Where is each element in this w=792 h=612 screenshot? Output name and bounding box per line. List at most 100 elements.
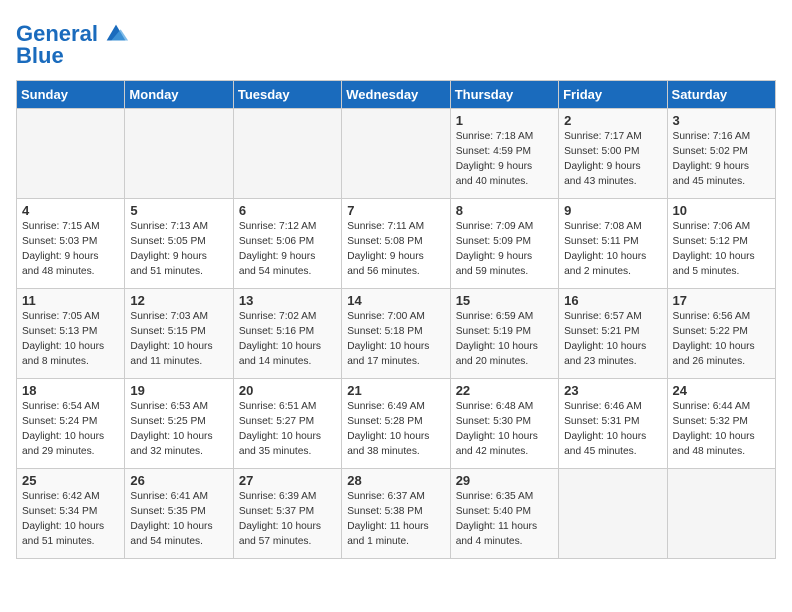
day-number: 24 [673, 383, 770, 398]
day-number: 1 [456, 113, 553, 128]
day-info: Sunrise: 6:49 AM Sunset: 5:28 PM Dayligh… [347, 400, 444, 459]
day-info: Sunrise: 6:53 AM Sunset: 5:25 PM Dayligh… [130, 400, 227, 459]
day-number: 25 [22, 473, 119, 488]
day-number: 28 [347, 473, 444, 488]
day-number: 9 [564, 203, 661, 218]
calendar-week-row: 11 Sunrise: 7:05 AM Sunset: 5:13 PM Dayli… [17, 289, 776, 379]
day-number: 5 [130, 203, 227, 218]
calendar-cell: 23Sunrise: 6:46 AM Sunset: 5:31 PM Dayli… [559, 379, 667, 469]
column-header-thursday: Thursday [450, 81, 558, 109]
day-number: 27 [239, 473, 336, 488]
calendar-cell: 24 Sunrise: 6:44 AM Sunset: 5:32 PM Dayli… [667, 379, 775, 469]
calendar-cell: 22Sunrise: 6:48 AM Sunset: 5:30 PM Dayli… [450, 379, 558, 469]
calendar-cell: 10 Sunrise: 7:06 AM Sunset: 5:12 PM Dayli… [667, 199, 775, 289]
day-number: 4 [22, 203, 119, 218]
calendar-cell: 25 Sunrise: 6:42 AM Sunset: 5:34 PM Dayli… [17, 469, 125, 559]
calendar-cell: 6 Sunrise: 7:12 AM Sunset: 5:06 PM Daylig… [233, 199, 341, 289]
day-info: Sunrise: 6:57 AM Sunset: 5:21 PM Dayligh… [564, 310, 661, 369]
calendar-cell: 11 Sunrise: 7:05 AM Sunset: 5:13 PM Dayli… [17, 289, 125, 379]
day-number: 10 [673, 203, 770, 218]
calendar-cell: 2 Sunrise: 7:17 AM Sunset: 5:00 PM Daylig… [559, 109, 667, 199]
calendar-cell: 18Sunrise: 6:54 AM Sunset: 5:24 PM Dayli… [17, 379, 125, 469]
day-info: Sunrise: 7:11 AM Sunset: 5:08 PM Dayligh… [347, 220, 444, 279]
calendar-cell: 3Sunrise: 7:16 AM Sunset: 5:02 PM Daylig… [667, 109, 775, 199]
column-header-tuesday: Tuesday [233, 81, 341, 109]
day-info: Sunrise: 7:06 AM Sunset: 5:12 PM Dayligh… [673, 220, 770, 279]
calendar-cell: 19Sunrise: 6:53 AM Sunset: 5:25 PM Dayli… [125, 379, 233, 469]
day-number: 12 [130, 293, 227, 308]
day-info: Sunrise: 7:13 AM Sunset: 5:05 PM Dayligh… [130, 220, 227, 279]
day-info: Sunrise: 6:35 AM Sunset: 5:40 PM Dayligh… [456, 490, 553, 549]
day-info: Sunrise: 6:41 AM Sunset: 5:35 PM Dayligh… [130, 490, 227, 549]
day-number: 29 [456, 473, 553, 488]
day-info: Sunrise: 7:15 AM Sunset: 5:03 PM Dayligh… [22, 220, 119, 279]
day-info: Sunrise: 6:37 AM Sunset: 5:38 PM Dayligh… [347, 490, 444, 549]
calendar-cell: 9 Sunrise: 7:08 AM Sunset: 5:11 PM Daylig… [559, 199, 667, 289]
column-header-sunday: Sunday [17, 81, 125, 109]
day-info: Sunrise: 7:09 AM Sunset: 5:09 PM Dayligh… [456, 220, 553, 279]
day-number: 16 [564, 293, 661, 308]
calendar-cell: 29 Sunrise: 6:35 AM Sunset: 5:40 PM Dayli… [450, 469, 558, 559]
calendar-cell: 13 Sunrise: 7:02 AM Sunset: 5:16 PM Dayli… [233, 289, 341, 379]
day-info: Sunrise: 6:59 AM Sunset: 5:19 PM Dayligh… [456, 310, 553, 369]
day-number: 21 [347, 383, 444, 398]
day-info: Sunrise: 7:18 AM Sunset: 4:59 PM Dayligh… [456, 130, 553, 189]
page-header: General Blue [16, 16, 776, 68]
day-number: 2 [564, 113, 661, 128]
calendar-cell: 27 Sunrise: 6:39 AM Sunset: 5:37 PM Dayli… [233, 469, 341, 559]
day-number: 17 [673, 293, 770, 308]
calendar-cell: 7 Sunrise: 7:11 AM Sunset: 5:08 PM Daylig… [342, 199, 450, 289]
day-number: 13 [239, 293, 336, 308]
day-number: 20 [239, 383, 336, 398]
day-number: 15 [456, 293, 553, 308]
day-info: Sunrise: 7:12 AM Sunset: 5:06 PM Dayligh… [239, 220, 336, 279]
calendar-cell: 14 Sunrise: 7:00 AM Sunset: 5:18 PM Dayli… [342, 289, 450, 379]
day-info: Sunrise: 7:17 AM Sunset: 5:00 PM Dayligh… [564, 130, 661, 189]
calendar-week-row: 25 Sunrise: 6:42 AM Sunset: 5:34 PM Dayli… [17, 469, 776, 559]
calendar-cell: 4 Sunrise: 7:15 AM Sunset: 5:03 PM Daylig… [17, 199, 125, 289]
calendar-cell: 1 Sunrise: 7:18 AM Sunset: 4:59 PM Daylig… [450, 109, 558, 199]
calendar-cell [342, 109, 450, 199]
calendar-cell: 26 Sunrise: 6:41 AM Sunset: 5:35 PM Dayli… [125, 469, 233, 559]
calendar-cell [559, 469, 667, 559]
day-info: Sunrise: 7:02 AM Sunset: 5:16 PM Dayligh… [239, 310, 336, 369]
logo-icon [102, 20, 130, 48]
calendar-week-row: 4 Sunrise: 7:15 AM Sunset: 5:03 PM Daylig… [17, 199, 776, 289]
calendar-table: SundayMondayTuesdayWednesdayThursdayFrid… [16, 80, 776, 559]
day-number: 14 [347, 293, 444, 308]
column-header-monday: Monday [125, 81, 233, 109]
day-info: Sunrise: 7:08 AM Sunset: 5:11 PM Dayligh… [564, 220, 661, 279]
column-header-saturday: Saturday [667, 81, 775, 109]
day-number: 3 [673, 113, 770, 128]
calendar-week-row: 1 Sunrise: 7:18 AM Sunset: 4:59 PM Daylig… [17, 109, 776, 199]
calendar-cell: 5 Sunrise: 7:13 AM Sunset: 5:05 PM Daylig… [125, 199, 233, 289]
day-info: Sunrise: 6:54 AM Sunset: 5:24 PM Dayligh… [22, 400, 119, 459]
day-number: 8 [456, 203, 553, 218]
calendar-cell [125, 109, 233, 199]
column-header-wednesday: Wednesday [342, 81, 450, 109]
logo: General Blue [16, 20, 130, 68]
day-number: 6 [239, 203, 336, 218]
day-info: Sunrise: 6:44 AM Sunset: 5:32 PM Dayligh… [673, 400, 770, 459]
day-info: Sunrise: 6:48 AM Sunset: 5:30 PM Dayligh… [456, 400, 553, 459]
calendar-cell [17, 109, 125, 199]
calendar-cell: 28 Sunrise: 6:37 AM Sunset: 5:38 PM Dayli… [342, 469, 450, 559]
calendar-cell: 15 Sunrise: 6:59 AM Sunset: 5:19 PM Dayli… [450, 289, 558, 379]
calendar-cell: 8 Sunrise: 7:09 AM Sunset: 5:09 PM Daylig… [450, 199, 558, 289]
calendar-cell: 21 Sunrise: 6:49 AM Sunset: 5:28 PM Dayli… [342, 379, 450, 469]
calendar-cell [233, 109, 341, 199]
day-info: Sunrise: 6:39 AM Sunset: 5:37 PM Dayligh… [239, 490, 336, 549]
day-info: Sunrise: 7:00 AM Sunset: 5:18 PM Dayligh… [347, 310, 444, 369]
calendar-cell: 12 Sunrise: 7:03 AM Sunset: 5:15 PM Dayli… [125, 289, 233, 379]
column-header-friday: Friday [559, 81, 667, 109]
day-info: Sunrise: 7:05 AM Sunset: 5:13 PM Dayligh… [22, 310, 119, 369]
calendar-cell: 16 Sunrise: 6:57 AM Sunset: 5:21 PM Dayli… [559, 289, 667, 379]
calendar-cell: 20 Sunrise: 6:51 AM Sunset: 5:27 PM Dayli… [233, 379, 341, 469]
day-number: 26 [130, 473, 227, 488]
day-number: 23 [564, 383, 661, 398]
day-number: 11 [22, 293, 119, 308]
day-number: 7 [347, 203, 444, 218]
day-info: Sunrise: 6:51 AM Sunset: 5:27 PM Dayligh… [239, 400, 336, 459]
day-info: Sunrise: 7:03 AM Sunset: 5:15 PM Dayligh… [130, 310, 227, 369]
day-info: Sunrise: 6:42 AM Sunset: 5:34 PM Dayligh… [22, 490, 119, 549]
